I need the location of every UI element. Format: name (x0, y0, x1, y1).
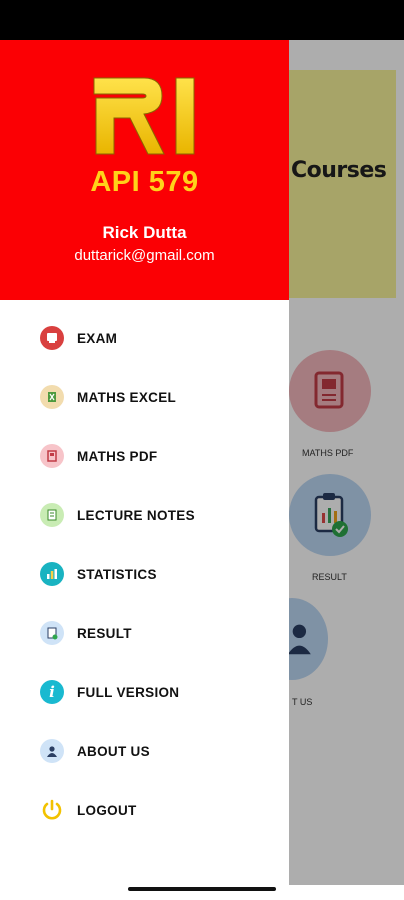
status-bar (0, 0, 404, 40)
menu-item-label: LOGOUT (77, 802, 137, 818)
exam-icon (40, 326, 64, 350)
menu-item-label: ABOUT US (77, 743, 150, 759)
menu-item-label: EXAM (77, 330, 118, 346)
menu-item-result[interactable]: RESULT (0, 609, 289, 657)
menu-item-label: MATHS EXCEL (77, 389, 177, 405)
menu-item-maths-pdf[interactable]: MATHS PDF (0, 432, 289, 480)
person-icon (40, 739, 64, 763)
result-icon (40, 621, 64, 645)
home-indicator[interactable] (128, 887, 276, 891)
menu-item-label: RESULT (77, 625, 132, 641)
app-logo (93, 77, 195, 155)
menu-item-logout[interactable]: LOGOUT (0, 786, 289, 834)
menu-item-about-us[interactable]: ABOUT US (0, 727, 289, 775)
navigation-drawer: API 579 Rick Dutta duttarick@gmail.com E… (0, 40, 289, 885)
menu-item-statistics[interactable]: STATISTICS (0, 550, 289, 598)
statistics-icon (40, 562, 64, 586)
app-name: API 579 (90, 166, 199, 198)
user-email: duttarick@gmail.com (74, 247, 215, 264)
drawer-header: API 579 Rick Dutta duttarick@gmail.com (0, 40, 289, 300)
menu-item-label: LECTURE NOTES (77, 507, 195, 523)
notes-icon (40, 503, 64, 527)
menu-item-full-version[interactable]: i FULL VERSION (0, 668, 289, 716)
pdf-icon (40, 444, 64, 468)
menu-item-label: MATHS PDF (77, 448, 158, 464)
menu-item-label: FULL VERSION (77, 684, 180, 700)
menu-item-label: STATISTICS (77, 566, 157, 582)
menu-item-maths-excel[interactable]: MATHS EXCEL (0, 373, 289, 421)
power-icon (40, 798, 64, 822)
menu-item-lecture-notes[interactable]: LECTURE NOTES (0, 491, 289, 539)
info-icon: i (40, 680, 64, 704)
menu-item-exam[interactable]: EXAM (0, 314, 289, 362)
user-name: Rick Dutta (102, 223, 187, 242)
excel-icon (40, 385, 64, 409)
